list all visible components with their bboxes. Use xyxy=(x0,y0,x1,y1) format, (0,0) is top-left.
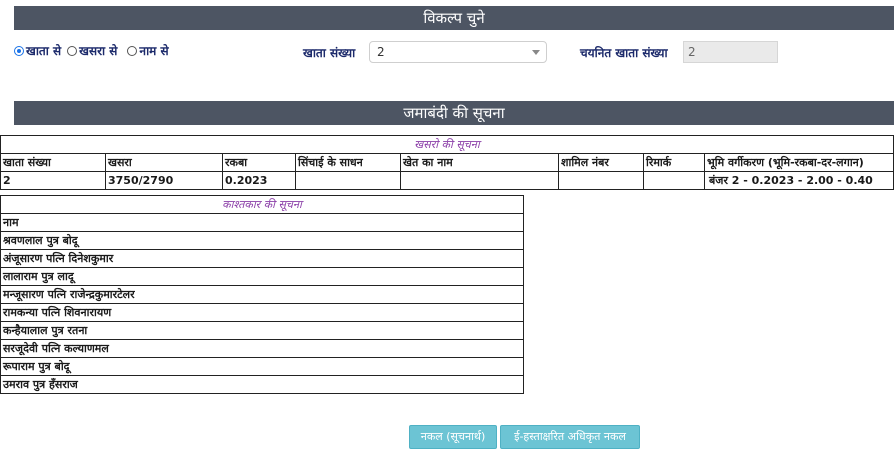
table-cell: बंजर 2 - 0.2023 - 2.00 - 0.40 xyxy=(704,171,894,190)
col-header: सिंचाई के साधन xyxy=(295,153,401,172)
khata-number-label: खाता संख्या xyxy=(303,46,356,60)
khasra-table-header-row: खाता संख्या खसरा रकबा सिंचाई के साधन खेत… xyxy=(0,153,894,172)
table-cell xyxy=(400,171,559,190)
radio-khata-label[interactable]: खाता से xyxy=(26,42,61,59)
radio-naam[interactable] xyxy=(127,45,138,56)
table-cell: 0.2023 xyxy=(222,171,296,190)
options-header: विकल्प चुने xyxy=(14,6,894,30)
list-item: उमराव पुत्र हँसराज xyxy=(0,375,524,394)
list-item: लालाराम पुत्र लादू xyxy=(0,267,524,286)
list-item: रूपाराम पुत्र बोदू xyxy=(0,357,524,376)
table-row: 2 3750/2790 0.2023 बंजर 2 - 0.2023 - 2.0… xyxy=(0,171,894,190)
farmer-table-header: नाम xyxy=(0,213,524,232)
list-item: रामकन्या पत्नि शिवनारायण xyxy=(0,303,524,322)
radio-khasra-label[interactable]: खसरा से xyxy=(79,42,117,59)
khasra-table: खसरो की सूचना खाता संख्या खसरा रकबा सिंच… xyxy=(0,135,894,190)
list-item: मन्जूसारण पत्नि राजेन्द्रकुमारटेलर xyxy=(0,285,524,304)
radio-khata[interactable] xyxy=(14,45,24,56)
esigned-copy-button[interactable]: ई-हस्ताक्षरित अधिकृत नकल xyxy=(500,425,640,449)
list-item: कन्हैयालाल पुत्र रतना xyxy=(0,321,524,340)
table-cell: 2 xyxy=(0,171,106,190)
radio-khasra[interactable] xyxy=(67,45,78,56)
copy-button[interactable]: नकल (सूचनार्थ) xyxy=(409,425,497,449)
list-item: अंजूसारण पत्नि दिनेशकुमार xyxy=(0,249,524,268)
col-header: भूमि वर्गीकरण (भूमि-रकबा-दर-लगान) xyxy=(704,153,894,172)
selected-khata-field: 2 xyxy=(683,41,778,63)
table-cell: 3750/2790 xyxy=(105,171,223,190)
farmer-table-caption: काश्तकार की सूचना xyxy=(0,195,524,214)
selected-khata-label: चयनित खाता संख्या xyxy=(580,46,668,60)
khasra-table-caption: खसरो की सूचना xyxy=(0,135,894,154)
table-cell xyxy=(558,171,644,190)
search-option-group: खाता से खसरा से नाम से xyxy=(12,42,169,59)
col-header: खेत का नाम xyxy=(400,153,559,172)
col-header: शामिल नंबर xyxy=(558,153,644,172)
chevron-down-icon xyxy=(532,50,540,55)
khata-number-value: 2 xyxy=(377,45,385,59)
radio-naam-label[interactable]: नाम से xyxy=(139,42,168,59)
list-item: श्रवणलाल पुत्र बोदू xyxy=(0,231,524,250)
farmer-table: काश्तकार की सूचना नाम श्रवणलाल पुत्र बोद… xyxy=(0,195,524,394)
col-header: खाता संख्या xyxy=(0,153,106,172)
options-header-title: विकल्प चुने xyxy=(423,9,485,27)
table-cell xyxy=(643,171,705,190)
list-item: सरजूदेवी पत्नि कल्याणमल xyxy=(0,339,524,358)
col-header: रिमार्क xyxy=(643,153,705,172)
col-header: रकबा xyxy=(222,153,296,172)
jamabandi-header: जमाबंदी की सूचना xyxy=(14,101,894,125)
selected-khata-value: 2 xyxy=(688,45,696,59)
khata-number-select[interactable]: 2 xyxy=(369,41,547,63)
jamabandi-header-title: जमाबंदी की सूचना xyxy=(403,104,505,122)
table-cell xyxy=(295,171,401,190)
col-header: खसरा xyxy=(105,153,223,172)
